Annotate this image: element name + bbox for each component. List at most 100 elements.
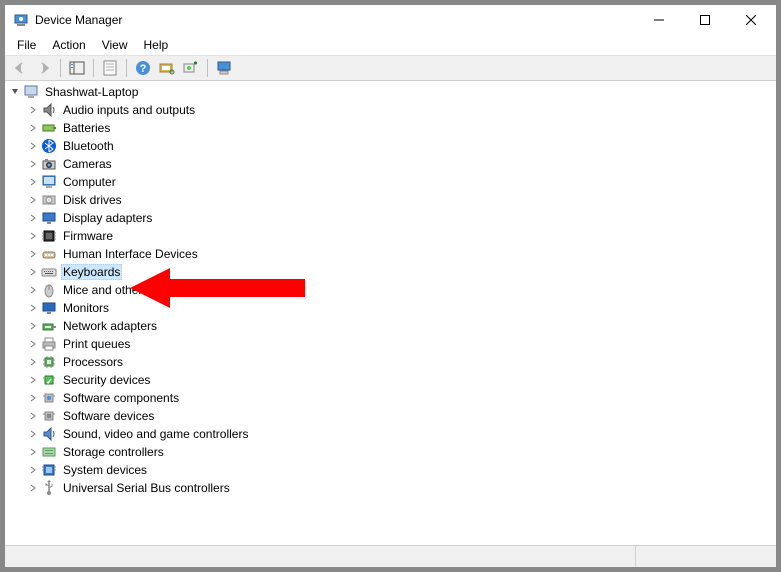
usb-icon <box>41 480 57 496</box>
hid-icon <box>41 246 57 262</box>
tree-node[interactable]: Disk drives <box>5 191 776 209</box>
tree-node[interactable]: Human Interface Devices <box>5 245 776 263</box>
status-panel-2 <box>636 546 776 567</box>
node-label[interactable]: Processors <box>61 355 125 369</box>
menu-bar: File Action View Help <box>5 35 776 55</box>
tree-node[interactable]: Sound, video and game controllers <box>5 425 776 443</box>
tree-node[interactable]: Display adapters <box>5 209 776 227</box>
devices-by-connection-button[interactable] <box>213 57 235 79</box>
expand-icon[interactable] <box>25 426 41 442</box>
scan-hardware-button[interactable] <box>156 57 178 79</box>
expand-icon[interactable] <box>25 480 41 496</box>
expand-icon[interactable] <box>25 102 41 118</box>
node-label[interactable]: Computer <box>61 175 118 189</box>
tree-node[interactable]: Audio inputs and outputs <box>5 101 776 119</box>
tree-node[interactable]: Computer <box>5 173 776 191</box>
node-label[interactable]: Print queues <box>61 337 132 351</box>
node-label[interactable]: Software devices <box>61 409 156 423</box>
node-label[interactable]: Human Interface Devices <box>61 247 200 261</box>
minimize-button[interactable] <box>636 5 682 35</box>
expand-icon[interactable] <box>25 390 41 406</box>
node-label[interactable]: Storage controllers <box>61 445 166 459</box>
menu-view[interactable]: View <box>94 37 136 53</box>
menu-action[interactable]: Action <box>44 37 93 53</box>
expand-icon[interactable] <box>25 318 41 334</box>
expand-icon[interactable] <box>25 282 41 298</box>
expand-icon[interactable] <box>25 156 41 172</box>
expand-icon[interactable] <box>25 408 41 424</box>
status-bar <box>5 545 776 567</box>
close-button[interactable] <box>728 5 774 35</box>
expand-icon[interactable] <box>25 336 41 352</box>
expand-icon[interactable] <box>25 174 41 190</box>
tree-node[interactable]: Network adapters <box>5 317 776 335</box>
node-label[interactable]: Mice and other pointing devices <box>61 283 234 297</box>
add-legacy-hardware-button[interactable] <box>180 57 202 79</box>
node-label[interactable]: Disk drives <box>61 193 124 207</box>
device-manager-window: Device Manager File Action View Help <box>4 4 777 568</box>
disk-icon <box>41 192 57 208</box>
tree-node[interactable]: Software components <box>5 389 776 407</box>
tree-node[interactable]: Keyboards <box>5 263 776 281</box>
node-label[interactable]: System devices <box>61 463 149 477</box>
maximize-button[interactable] <box>682 5 728 35</box>
tree-node[interactable]: Batteries <box>5 119 776 137</box>
expand-icon[interactable] <box>25 246 41 262</box>
tree-node[interactable]: Software devices <box>5 407 776 425</box>
expand-icon[interactable] <box>25 264 41 280</box>
expand-icon[interactable] <box>25 354 41 370</box>
network-icon <box>41 318 57 334</box>
node-label[interactable]: Software components <box>61 391 181 405</box>
expand-icon[interactable] <box>25 462 41 478</box>
tree-node[interactable]: Processors <box>5 353 776 371</box>
show-hide-tree-button[interactable] <box>66 57 88 79</box>
node-label[interactable]: Batteries <box>61 121 112 135</box>
menu-file[interactable]: File <box>9 37 44 53</box>
camera-icon <box>41 156 57 172</box>
expand-icon[interactable] <box>25 210 41 226</box>
node-label[interactable]: Firmware <box>61 229 115 243</box>
tree-root[interactable]: Shashwat-Laptop <box>5 83 776 101</box>
firmware-icon <box>41 228 57 244</box>
menu-help[interactable]: Help <box>136 37 177 53</box>
help-button[interactable]: ? <box>132 57 154 79</box>
tree-node[interactable]: System devices <box>5 461 776 479</box>
tree-node[interactable]: Cameras <box>5 155 776 173</box>
keyboard-icon <box>41 264 57 280</box>
tree-node[interactable]: Monitors <box>5 299 776 317</box>
node-label[interactable]: Keyboards <box>61 264 122 280</box>
tree-node[interactable]: Storage controllers <box>5 443 776 461</box>
expand-icon[interactable] <box>25 228 41 244</box>
toolbar-separator <box>93 59 94 77</box>
node-label[interactable]: Universal Serial Bus controllers <box>61 481 232 495</box>
node-label[interactable]: Security devices <box>61 373 152 387</box>
tree-node[interactable]: Universal Serial Bus controllers <box>5 479 776 497</box>
tree-node[interactable]: Mice and other pointing devices <box>5 281 776 299</box>
root-label[interactable]: Shashwat-Laptop <box>43 85 140 99</box>
display-icon <box>41 210 57 226</box>
forward-button <box>33 57 55 79</box>
expand-icon[interactable] <box>25 138 41 154</box>
tree-node[interactable]: Security devices <box>5 371 776 389</box>
node-label[interactable]: Sound, video and game controllers <box>61 427 250 441</box>
expand-icon[interactable] <box>25 192 41 208</box>
node-label[interactable]: Monitors <box>61 301 111 315</box>
expand-icon[interactable] <box>25 300 41 316</box>
expand-icon[interactable] <box>25 444 41 460</box>
toolbar: ? <box>5 55 776 81</box>
tree-node[interactable]: Firmware <box>5 227 776 245</box>
node-label[interactable]: Bluetooth <box>61 139 116 153</box>
tree-node[interactable]: Bluetooth <box>5 137 776 155</box>
node-label[interactable]: Audio inputs and outputs <box>61 103 197 117</box>
node-label[interactable]: Network adapters <box>61 319 159 333</box>
node-label[interactable]: Display adapters <box>61 211 154 225</box>
collapse-icon[interactable] <box>7 84 23 100</box>
node-label[interactable]: Cameras <box>61 157 114 171</box>
device-tree[interactable]: Shashwat-Laptop Audio inputs and outputs… <box>5 81 776 545</box>
expand-icon[interactable] <box>25 120 41 136</box>
tree-node[interactable]: Print queues <box>5 335 776 353</box>
title-bar[interactable]: Device Manager <box>5 5 776 35</box>
security-icon <box>41 372 57 388</box>
properties-button[interactable] <box>99 57 121 79</box>
expand-icon[interactable] <box>25 372 41 388</box>
